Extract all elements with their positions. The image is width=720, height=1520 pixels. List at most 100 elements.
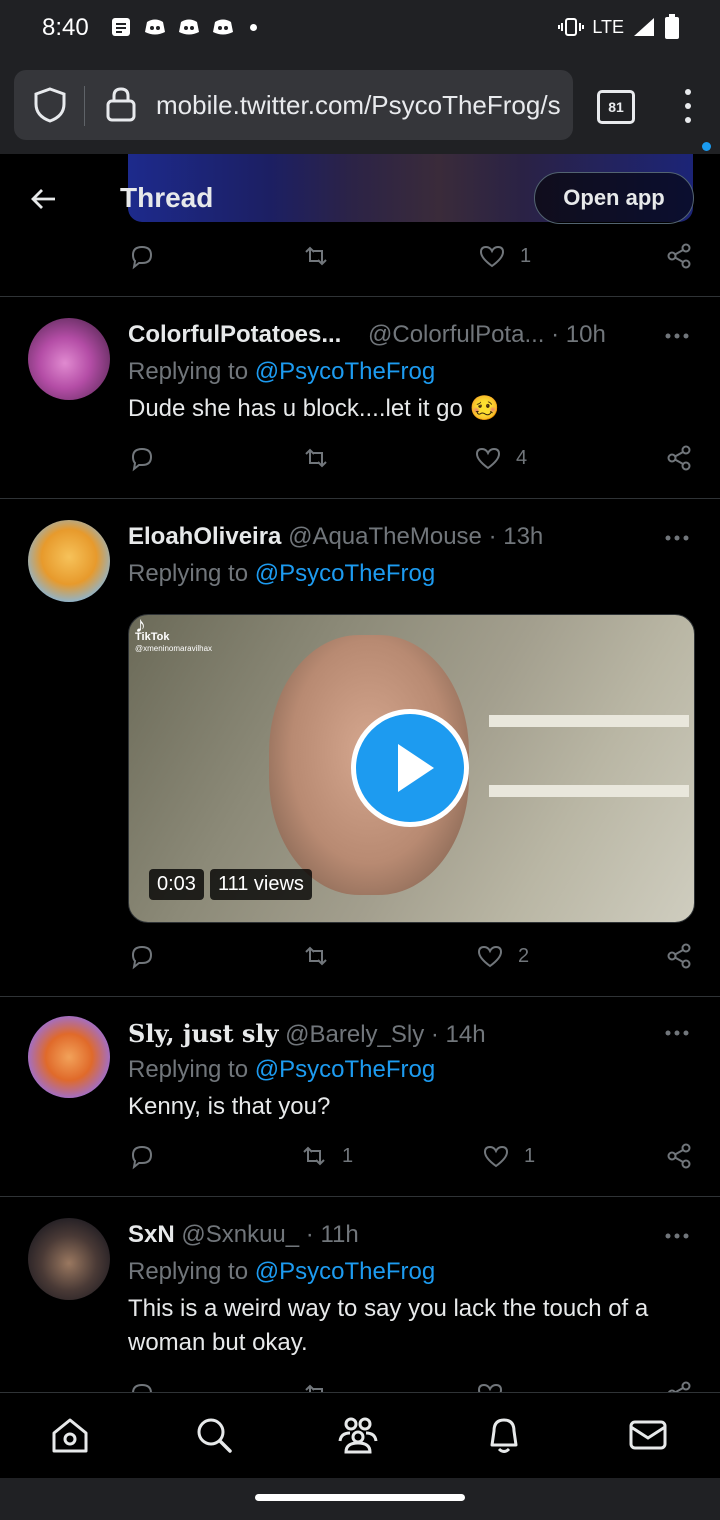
reply-button[interactable] (128, 444, 156, 472)
timestamp[interactable]: · 14h (431, 1021, 486, 1048)
more-icon[interactable] (664, 332, 690, 340)
reply-button[interactable] (128, 1142, 156, 1170)
battery-icon (665, 14, 679, 39)
search-icon[interactable] (194, 1415, 234, 1455)
retweet-button[interactable] (302, 1380, 330, 1392)
retweet-button[interactable] (302, 942, 330, 970)
status-notification-icons (110, 16, 257, 38)
share-icon (667, 445, 691, 471)
dot-icon (250, 23, 257, 31)
url-text[interactable]: mobile.twitter.com/PsycoTheFrog/s (156, 90, 561, 121)
discord-icon (179, 19, 199, 35)
communities-icon[interactable] (338, 1415, 378, 1455)
handle[interactable]: @AquaTheMouse (288, 523, 482, 550)
discord-icon (145, 19, 165, 35)
handle[interactable]: @Barely_Sly (285, 1021, 424, 1048)
home-icon[interactable] (50, 1415, 90, 1455)
display-name[interactable]: Sly, just sly (128, 1019, 278, 1048)
replying-to: Replying to @PsycoTheFrog (128, 1258, 435, 1286)
like-count: 4 (516, 446, 528, 469)
shield-icon[interactable] (32, 86, 68, 124)
tiktok-logo-icon: ♪ (135, 614, 146, 637)
handle[interactable]: @ColorfulPota... (368, 321, 544, 348)
mention-link[interactable]: @PsycoTheFrog (255, 560, 435, 587)
share-button[interactable] (665, 444, 693, 472)
video-player[interactable]: ♪ TikTok @xmeninomaravilhax 0:03 111 vie… (128, 614, 695, 923)
watermark-user: @xmeninomaravilhax (135, 644, 213, 653)
tweet[interactable]: ColorfulPotatoes... @ColorfulPota... · 1… (0, 296, 720, 498)
replying-to: Replying to @PsycoTheFrog (128, 1056, 435, 1084)
more-icon[interactable] (664, 1029, 690, 1037)
like-button[interactable]: 4 (474, 444, 527, 472)
share-button[interactable] (665, 942, 693, 970)
display-name[interactable]: ColorfulPotatoes... (128, 321, 341, 348)
previous-tweet-actions: 1 (128, 242, 693, 282)
page-title: Thread (120, 182, 214, 213)
signal-icon (634, 18, 654, 36)
avatar[interactable] (28, 1016, 110, 1098)
discord-icon (213, 19, 233, 35)
retweet-button[interactable] (302, 242, 330, 270)
share-button[interactable] (665, 1380, 693, 1392)
like-button[interactable]: 1 (478, 242, 531, 270)
share-icon (667, 1381, 691, 1392)
tweet-text: This is a weird way to say you lack the … (128, 1295, 649, 1356)
tiktok-watermark: ♪ TikTok @xmeninomaravilhax (135, 614, 213, 655)
notes-icon (112, 18, 130, 36)
mention-link[interactable]: @PsycoTheFrog (255, 1056, 435, 1083)
reply-button[interactable] (128, 942, 156, 970)
watermark-app: TikTok (135, 631, 170, 643)
replying-prefix: Replying to (128, 1056, 255, 1083)
more-icon[interactable] (664, 534, 690, 542)
tweet-actions: 4 (128, 444, 693, 484)
play-button[interactable] (351, 709, 469, 827)
mention-link[interactable]: @PsycoTheFrog (255, 358, 435, 385)
replying-to: Replying to @PsycoTheFrog (128, 560, 435, 588)
like-button[interactable]: 2 (476, 942, 529, 970)
browser-toolbar: mobile.twitter.com/PsycoTheFrog/s 81 (0, 58, 720, 154)
tweet[interactable]: Sly, just sly @Barely_Sly · 14h Replying… (0, 996, 720, 1196)
play-icon (398, 744, 434, 792)
messages-icon[interactable] (628, 1415, 668, 1455)
avatar[interactable] (28, 318, 110, 400)
reply-button[interactable] (128, 242, 156, 270)
reply-button[interactable] (128, 1380, 156, 1392)
like-count: 1 (524, 1144, 536, 1167)
back-arrow-icon[interactable] (28, 184, 58, 214)
reply-icon (132, 1383, 152, 1392)
more-icon[interactable] (664, 1232, 690, 1240)
avatar[interactable] (28, 1218, 110, 1300)
like-count: 1 (520, 244, 532, 267)
home-gesture-bar[interactable] (255, 1494, 465, 1501)
lock-icon[interactable] (104, 85, 138, 123)
like-button[interactable] (476, 1380, 504, 1392)
reply-icon (131, 1145, 153, 1170)
timestamp[interactable]: · 11h (306, 1221, 359, 1248)
tabs-button[interactable]: 81 (597, 90, 635, 124)
retweet-button[interactable]: 1 (300, 1142, 353, 1170)
notifications-icon[interactable] (484, 1415, 524, 1455)
share-button[interactable] (665, 1142, 693, 1170)
retweet-button[interactable] (302, 444, 330, 472)
handle[interactable]: @Sxnkuu_ (181, 1221, 299, 1248)
overflow-menu-icon[interactable] (676, 84, 700, 128)
share-button[interactable] (665, 242, 693, 270)
network-label: LTE (592, 16, 624, 37)
mention-link[interactable]: @PsycoTheFrog (255, 1258, 435, 1285)
tweet[interactable]: SxN @Sxnkuu_ · 11h Replying to @PsycoThe… (0, 1196, 720, 1392)
open-app-button[interactable]: Open app (534, 172, 694, 224)
display-name[interactable]: EloahOliveira (128, 523, 281, 550)
retweet-icon (303, 1146, 325, 1166)
address-bar[interactable]: mobile.twitter.com/PsycoTheFrog/s (14, 70, 573, 140)
display-name[interactable]: SxN (128, 1221, 175, 1248)
avatar[interactable] (28, 520, 110, 602)
address-separator (84, 86, 85, 126)
timestamp[interactable]: · 10h (551, 321, 606, 348)
status-system-icons: LTE (558, 14, 680, 40)
like-button[interactable]: 1 (482, 1142, 535, 1170)
tweet-header: ColorfulPotatoes... @ColorfulPota... · 1… (128, 321, 606, 349)
timestamp[interactable]: · 13h (489, 523, 544, 550)
update-badge (702, 142, 711, 151)
video-views: 111 views (209, 869, 312, 900)
share-icon (667, 243, 691, 269)
